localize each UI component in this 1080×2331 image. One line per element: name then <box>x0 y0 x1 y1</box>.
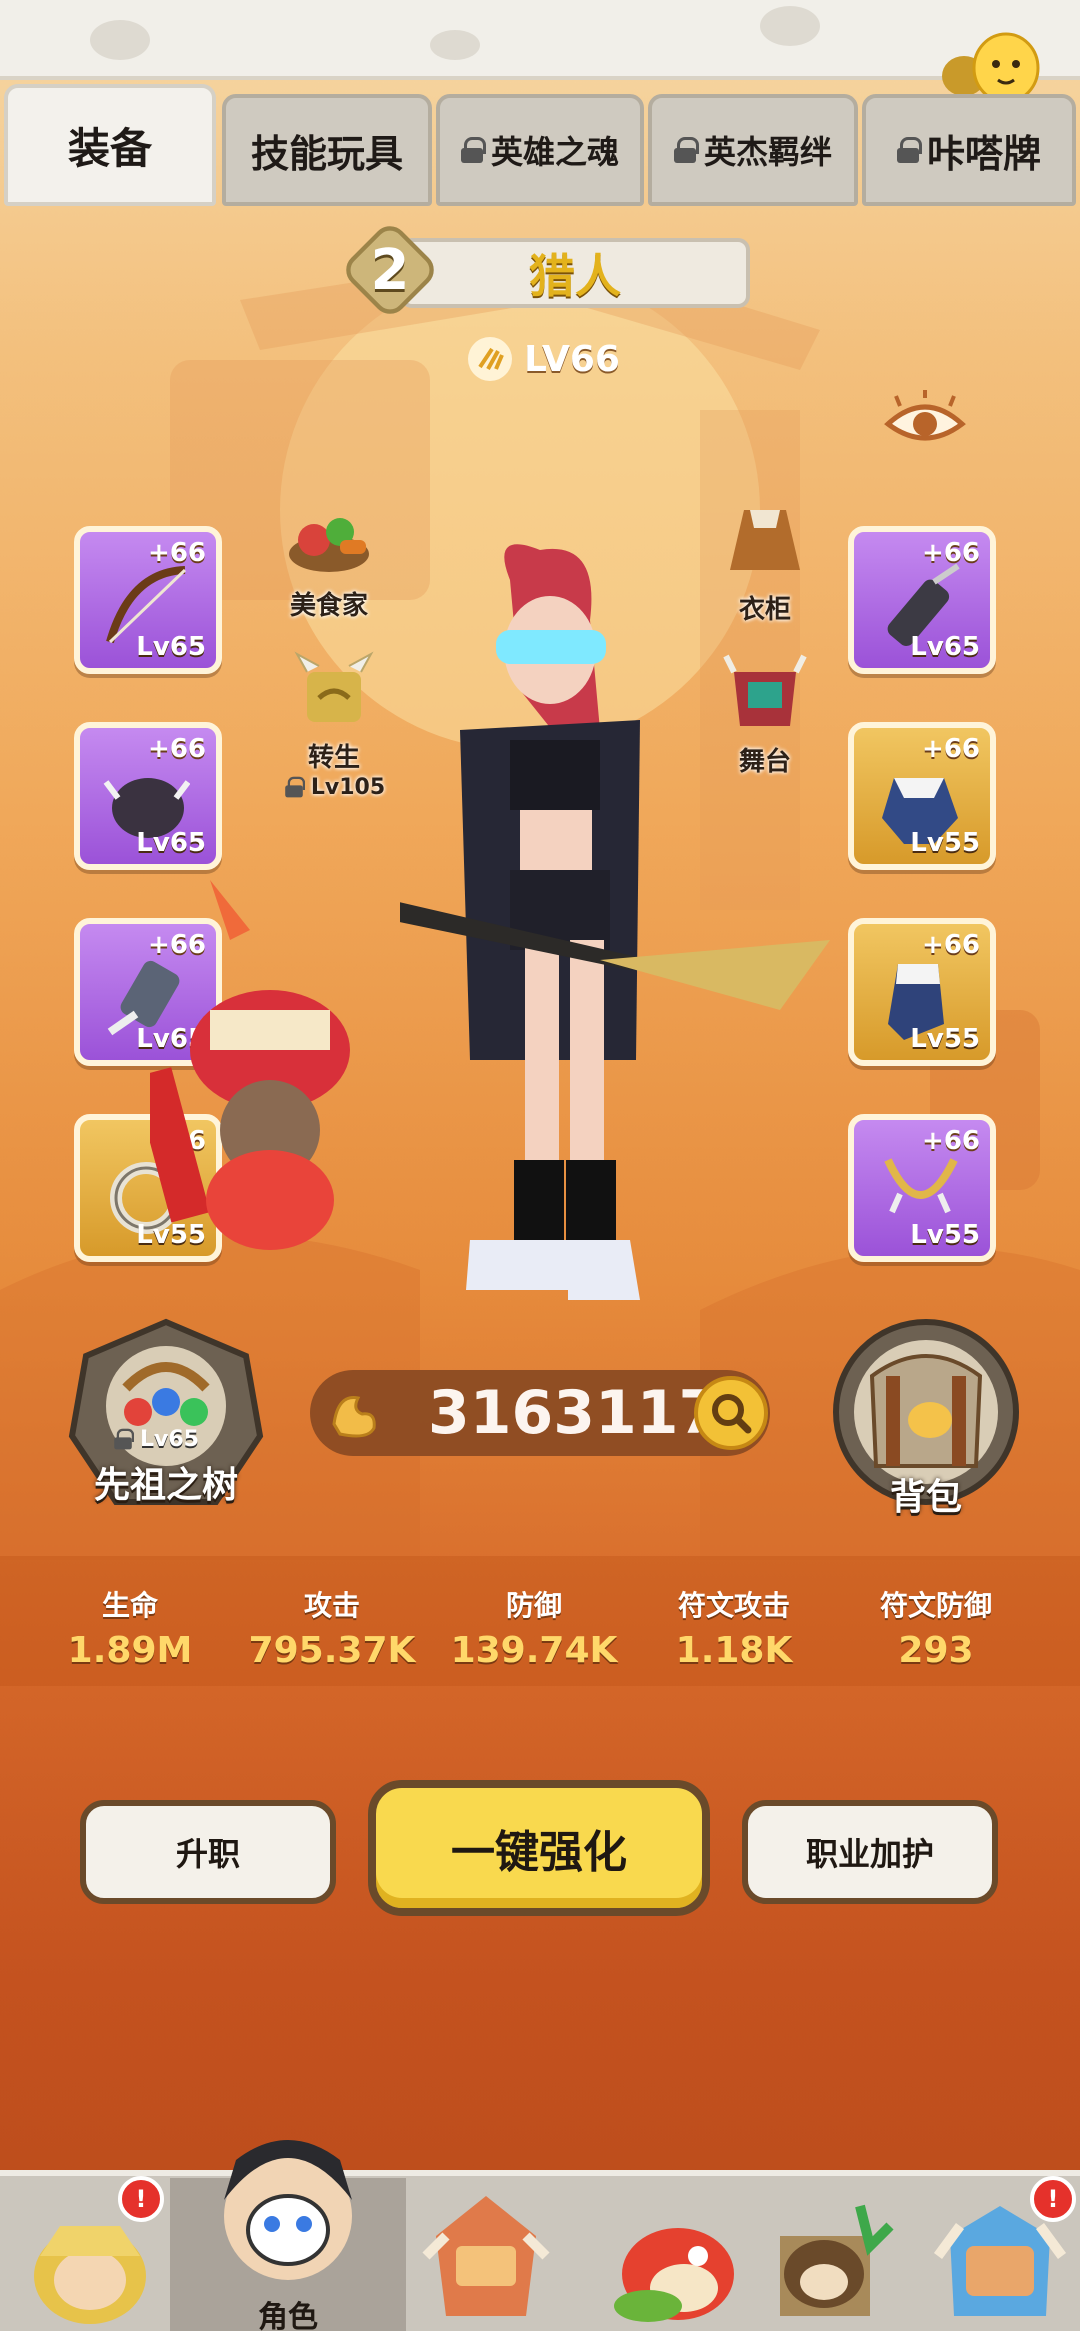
totem-hero-icon <box>422 2196 550 2316</box>
stat-defense: 防御 139.74K <box>434 1584 634 1671</box>
item-level: Lv65 <box>910 632 980 662</box>
top-bar <box>0 0 1080 80</box>
equip-slot-helmet[interactable]: +66 Lv65 <box>74 722 222 870</box>
gourmet-label: 美食家 <box>289 591 368 621</box>
lock-icon <box>460 137 486 163</box>
class-name-plate: 猎人 <box>400 238 750 308</box>
swirl-decoration <box>90 20 150 60</box>
search-icon <box>712 1394 752 1434</box>
item-level: Lv55 <box>910 1024 980 1054</box>
stat-rune-attack: 符文攻击 1.18K <box>634 1584 834 1671</box>
plus-level: +66 <box>148 538 206 568</box>
nav-village[interactable] <box>760 2196 900 2326</box>
ancestor-tree-button[interactable]: Lv65 先祖之树 <box>66 1316 266 1516</box>
swirl-decoration <box>760 6 820 46</box>
equip-slot-weapon[interactable]: +66 Lv65 <box>74 526 222 674</box>
item-level: Lv65 <box>136 828 206 858</box>
stat-rune-defense: 符文防御 293 <box>836 1584 1036 1671</box>
stat-value: 795.37K <box>248 1630 416 1671</box>
hunter-class-icon <box>468 337 512 381</box>
class-banner: 猎人 2 <box>339 219 750 321</box>
stat-label: 防御 <box>505 1589 562 1622</box>
class-protect-button[interactable]: 职业加护 <box>742 1800 998 1904</box>
class-name: 猎人 <box>529 249 621 303</box>
tab-label: 咔嗒牌 <box>926 131 1041 176</box>
rebirth-lock: Lv105 <box>264 774 404 800</box>
item-level: Lv55 <box>910 1220 980 1250</box>
raccoon-village-icon <box>780 2204 894 2316</box>
ancestor-tree-label: 先祖之树 <box>93 1465 238 1506</box>
food-basket-icon <box>289 518 369 572</box>
equip-slot-armor[interactable]: +66 Lv55 <box>848 722 996 870</box>
tab-label: 英雄之魂 <box>490 133 619 171</box>
equip-slot-necklace[interactable]: +66 Lv55 <box>848 1114 996 1262</box>
lock-icon <box>896 137 922 163</box>
rebirth-totem-icon <box>294 651 374 722</box>
plus-level: +66 <box>922 734 980 764</box>
hero-level-text: LV66 <box>524 338 620 380</box>
pet-companion <box>150 880 350 1250</box>
equip-slot-boots[interactable]: +66 Lv55 <box>848 918 996 1066</box>
stat-label: 符文攻击 <box>677 1589 790 1622</box>
nav-character-label: 角色 <box>258 2300 318 2331</box>
muscle-icon <box>332 1396 376 1438</box>
tab-equipment[interactable]: 装备 <box>4 84 216 206</box>
promote-button[interactable]: 升职 <box>80 1800 336 1904</box>
power-value: 3163117 <box>428 1378 721 1448</box>
stat-hp: 生命 1.89M <box>30 1584 230 1671</box>
tab-label: 装备 <box>67 123 152 173</box>
swirl-decoration <box>430 30 480 60</box>
item-level: Lv65 <box>136 632 206 662</box>
hero-level: LV66 <box>466 334 626 384</box>
lock-icon <box>673 137 699 163</box>
nav-hero-totem[interactable] <box>416 2196 556 2326</box>
stat-value: 1.89M <box>67 1630 193 1671</box>
lock-icon <box>285 776 306 798</box>
item-level: Lv55 <box>910 828 980 858</box>
rebirth-label: 转生 <box>307 743 360 773</box>
stat-value: 293 <box>898 1630 974 1671</box>
stat-value: 139.74K <box>450 1630 618 1671</box>
promote-label: 升职 <box>175 1835 240 1873</box>
equip-slot-ammo[interactable]: +66 Lv65 <box>848 526 996 674</box>
plus-level: +66 <box>922 930 980 960</box>
rebirth-lock-level: Lv105 <box>310 774 386 800</box>
tab-label: 英杰羁绊 <box>703 133 832 171</box>
gourmet-button[interactable]: 美食家 <box>264 496 394 622</box>
tab-skill-toys[interactable]: 技能玩具 <box>222 94 432 206</box>
one-click-enhance-button[interactable]: 一键强化 <box>368 1780 710 1916</box>
enhance-label: 一键强化 <box>451 1827 627 1878</box>
stat-label: 生命 <box>101 1589 158 1622</box>
rank-number: 2 <box>370 237 410 303</box>
nav-dino[interactable] <box>608 2196 748 2326</box>
tab-hero-soul[interactable]: 英雄之魂 <box>436 94 644 206</box>
stat-attack: 攻击 795.37K <box>232 1584 432 1671</box>
tab-label: 技能玩具 <box>250 131 403 176</box>
ancestor-tree-lock: Lv65 <box>112 1426 199 1452</box>
plus-level: +66 <box>922 538 980 568</box>
notification-bell-icon: ! <box>1030 2176 1076 2222</box>
power-bar: 3163117 <box>310 1370 770 1456</box>
tab-hero-bond[interactable]: 英杰羁绊 <box>648 94 858 206</box>
protect-label: 职业加护 <box>805 1835 934 1873</box>
tab-click-cards[interactable]: 咔嗒牌 <box>862 94 1076 206</box>
power-detail-button[interactable] <box>694 1376 768 1450</box>
ancestor-tree-lock-level: Lv65 <box>140 1426 199 1452</box>
stat-value: 1.18K <box>675 1630 793 1671</box>
stat-label: 符文防御 <box>879 1589 992 1622</box>
lock-icon <box>114 1428 135 1450</box>
plus-level: +66 <box>148 734 206 764</box>
backpack-label: 背包 <box>889 1477 962 1518</box>
nav-character[interactable]: 角色 <box>200 2120 376 2331</box>
backpack-button[interactable]: 背包 <box>826 1316 1026 1526</box>
hero-character <box>400 544 830 1300</box>
dinosaur-icon <box>614 2228 734 2322</box>
stat-label: 攻击 <box>303 1589 360 1622</box>
plus-level: +66 <box>922 1126 980 1156</box>
notification-bell-icon: ! <box>118 2176 164 2222</box>
eye-icon[interactable] <box>882 390 968 452</box>
character-icon <box>224 2140 352 2280</box>
rebirth-button[interactable]: 转生 Lv105 <box>264 648 404 800</box>
